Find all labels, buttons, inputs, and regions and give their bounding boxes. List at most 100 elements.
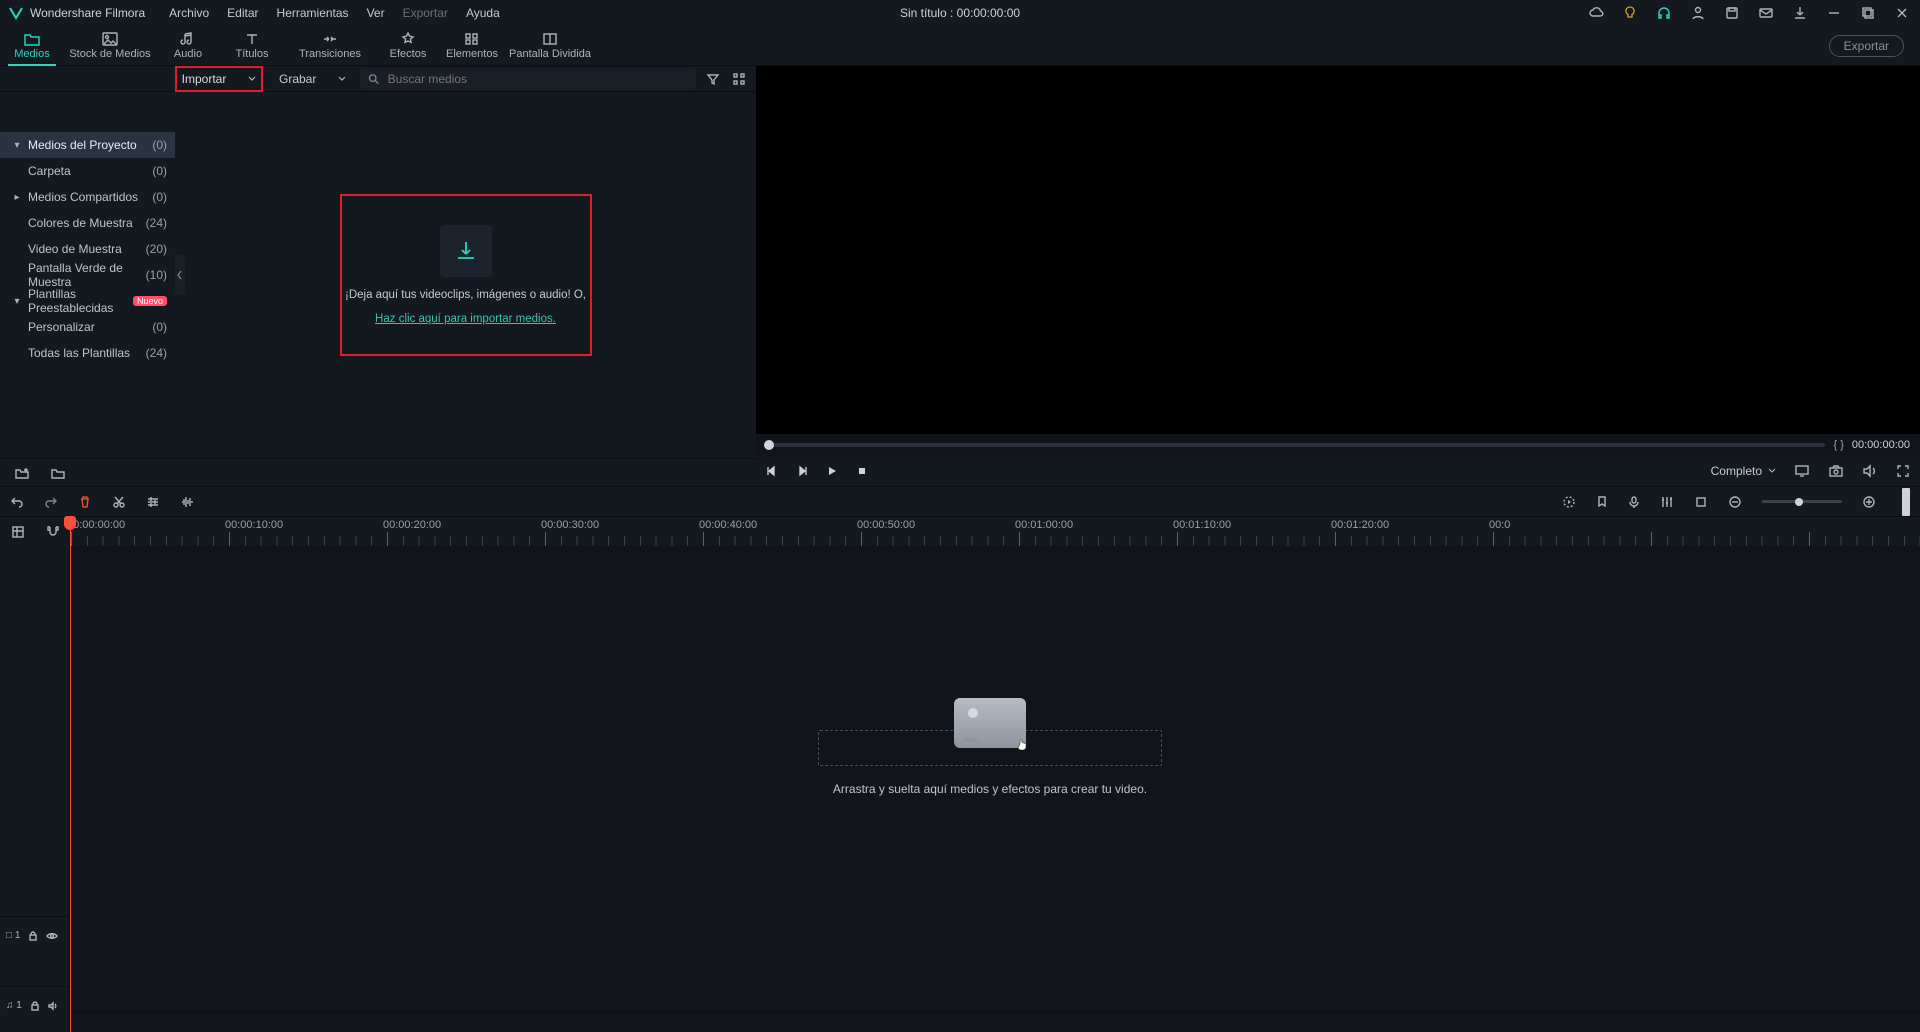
grid-view-icon[interactable] bbox=[732, 72, 746, 86]
import-button[interactable]: Importar bbox=[175, 66, 263, 92]
delete-icon[interactable] bbox=[78, 495, 92, 509]
quality-select[interactable]: Completo bbox=[1711, 464, 1776, 478]
search-input-wrap[interactable] bbox=[360, 68, 696, 90]
lightbulb-icon[interactable] bbox=[1622, 5, 1638, 21]
search-input[interactable] bbox=[388, 72, 688, 86]
tab-titles[interactable]: Títulos bbox=[220, 26, 284, 66]
seek-bar[interactable]: { } 00:00:00:00 bbox=[756, 434, 1920, 456]
quality-label: Completo bbox=[1711, 464, 1762, 478]
sidebar-item-sample-video[interactable]: Video de Muestra (20) bbox=[0, 236, 175, 262]
mixer-icon[interactable] bbox=[1660, 495, 1674, 509]
prev-frame-icon[interactable] bbox=[766, 465, 778, 477]
tab-audio[interactable]: Audio bbox=[156, 26, 220, 66]
user-icon[interactable] bbox=[1690, 5, 1706, 21]
cut-icon[interactable] bbox=[112, 495, 126, 509]
volume-icon[interactable] bbox=[1862, 464, 1878, 478]
voiceover-icon[interactable] bbox=[1628, 495, 1640, 509]
tab-split-screen[interactable]: Pantalla Dividida bbox=[504, 26, 596, 66]
play-icon[interactable] bbox=[826, 465, 838, 477]
menu-file[interactable]: Archivo bbox=[169, 6, 209, 20]
stop-icon[interactable] bbox=[856, 465, 868, 477]
eye-icon[interactable] bbox=[46, 931, 58, 941]
sidebar-item-all-templates[interactable]: Todas las Plantillas (24) bbox=[0, 340, 175, 366]
timeline-tracks[interactable]: □ 1 ♫ 1 Arrastra y suelta aquí medios y … bbox=[0, 546, 1920, 1032]
tab-label: Elementos bbox=[446, 48, 498, 60]
sidebar-item-count: (0) bbox=[152, 190, 167, 204]
marker-icon[interactable] bbox=[1596, 495, 1608, 509]
filter-icon[interactable] bbox=[706, 72, 720, 86]
playhead[interactable] bbox=[70, 516, 71, 1032]
menu-tools[interactable]: Herramientas bbox=[277, 6, 349, 20]
save-icon[interactable] bbox=[1724, 5, 1740, 21]
placeholder-thumb-icon bbox=[954, 698, 1026, 748]
ruler-label: 00:00:00:00 bbox=[70, 519, 125, 531]
tab-transitions[interactable]: Transiciones bbox=[284, 26, 376, 66]
snapshot-icon[interactable] bbox=[1828, 464, 1844, 478]
sidebar-item-count: (0) bbox=[152, 164, 167, 178]
audio-track-header[interactable]: ♫ 1 bbox=[0, 986, 69, 1024]
magnet-icon[interactable] bbox=[46, 525, 60, 539]
sidebar-item-sample-colors[interactable]: Colores de Muestra (24) bbox=[0, 210, 175, 236]
sidebar-item-green-screen[interactable]: Pantalla Verde de Muestra (10) bbox=[0, 262, 175, 288]
sidebar-item-count: (20) bbox=[146, 242, 167, 256]
drop-link[interactable]: Haz clic aquí para importar medios. bbox=[375, 313, 556, 325]
zoom-slider[interactable] bbox=[1762, 500, 1842, 503]
sidebar-item-label: Video de Muestra bbox=[10, 242, 146, 256]
export-button[interactable]: Exportar bbox=[1829, 35, 1904, 57]
ruler-label: 00:00:10:00 bbox=[225, 519, 283, 531]
record-button[interactable]: Grabar bbox=[279, 72, 346, 86]
close-icon[interactable] bbox=[1894, 5, 1910, 21]
new-bin-icon[interactable] bbox=[14, 466, 30, 480]
adjust-icon[interactable] bbox=[146, 495, 160, 509]
headphones-icon[interactable] bbox=[1656, 5, 1672, 21]
chevron-down-icon bbox=[1768, 467, 1776, 475]
menu-help[interactable]: Ayuda bbox=[466, 6, 500, 20]
minimize-icon[interactable] bbox=[1826, 5, 1842, 21]
seek-track[interactable] bbox=[766, 443, 1825, 447]
sidebar-item-folder[interactable]: Carpeta (0) bbox=[0, 158, 175, 184]
ruler-label: 00:01:00:00 bbox=[1015, 519, 1073, 531]
time-current: 00:00:00:00 bbox=[1852, 439, 1910, 451]
cloud-icon[interactable] bbox=[1588, 5, 1604, 21]
audio-wave-icon[interactable] bbox=[180, 495, 196, 509]
display-icon[interactable] bbox=[1794, 464, 1810, 478]
mail-icon[interactable] bbox=[1758, 5, 1774, 21]
maximize-icon[interactable] bbox=[1860, 5, 1876, 21]
sidebar-item-templates[interactable]: ▾ Plantillas Preestablecidas Nuevo bbox=[0, 288, 175, 314]
timeline-dropzone[interactable]: Arrastra y suelta aquí medios y efectos … bbox=[420, 698, 1560, 796]
collapse-sidebar-icon[interactable] bbox=[175, 255, 185, 295]
fullscreen-icon[interactable] bbox=[1896, 464, 1910, 478]
tab-stock-media[interactable]: Stock de Medios bbox=[64, 26, 156, 66]
next-frame-icon[interactable] bbox=[796, 465, 808, 477]
timeline-ruler[interactable]: 00:00:00:00 00:00:10:00 00:00:20:00 00:0… bbox=[0, 516, 1920, 546]
track-manager-icon[interactable] bbox=[11, 525, 25, 539]
download-icon[interactable] bbox=[1792, 5, 1808, 21]
menu-edit[interactable]: Editar bbox=[227, 6, 258, 20]
window-title: Sin título : 00:00:00:00 bbox=[900, 6, 1020, 20]
timeline-hint-text: Arrastra y suelta aquí medios y efectos … bbox=[420, 782, 1560, 796]
menu-view[interactable]: Ver bbox=[367, 6, 385, 20]
sidebar-item-label: Todas las Plantillas bbox=[10, 346, 146, 360]
sidebar-item-customize[interactable]: Personalizar (0) bbox=[0, 314, 175, 340]
zoom-in-icon[interactable] bbox=[1862, 495, 1876, 509]
import-dropzone[interactable]: ¡Deja aquí tus videoclips, imágenes o au… bbox=[340, 194, 592, 356]
speaker-icon[interactable] bbox=[48, 1001, 60, 1011]
zoom-fit-icon[interactable] bbox=[1902, 488, 1910, 516]
crop-icon[interactable] bbox=[1694, 495, 1708, 509]
sidebar-item-project-media[interactable]: ▾ Medios del Proyecto (0) bbox=[0, 132, 175, 158]
sidebar-item-label: Carpeta bbox=[10, 164, 152, 178]
tab-elements[interactable]: Elementos bbox=[440, 26, 504, 66]
sidebar-item-label: Plantillas Preestablecidas bbox=[24, 287, 129, 315]
lock-icon[interactable] bbox=[28, 931, 38, 941]
redo-icon[interactable] bbox=[44, 495, 58, 509]
tab-media[interactable]: Medios bbox=[0, 26, 64, 66]
render-icon[interactable] bbox=[1562, 495, 1576, 509]
video-track-header[interactable]: □ 1 bbox=[0, 916, 69, 954]
media-drop-area[interactable]: ¡Deja aquí tus videoclips, imágenes o au… bbox=[175, 92, 756, 458]
zoom-out-icon[interactable] bbox=[1728, 495, 1742, 509]
undo-icon[interactable] bbox=[10, 495, 24, 509]
tab-effects[interactable]: Efectos bbox=[376, 26, 440, 66]
folder-icon[interactable] bbox=[50, 466, 66, 480]
lock-icon[interactable] bbox=[30, 1001, 40, 1011]
sidebar-item-shared-media[interactable]: ▸ Medios Compartidos (0) bbox=[0, 184, 175, 210]
